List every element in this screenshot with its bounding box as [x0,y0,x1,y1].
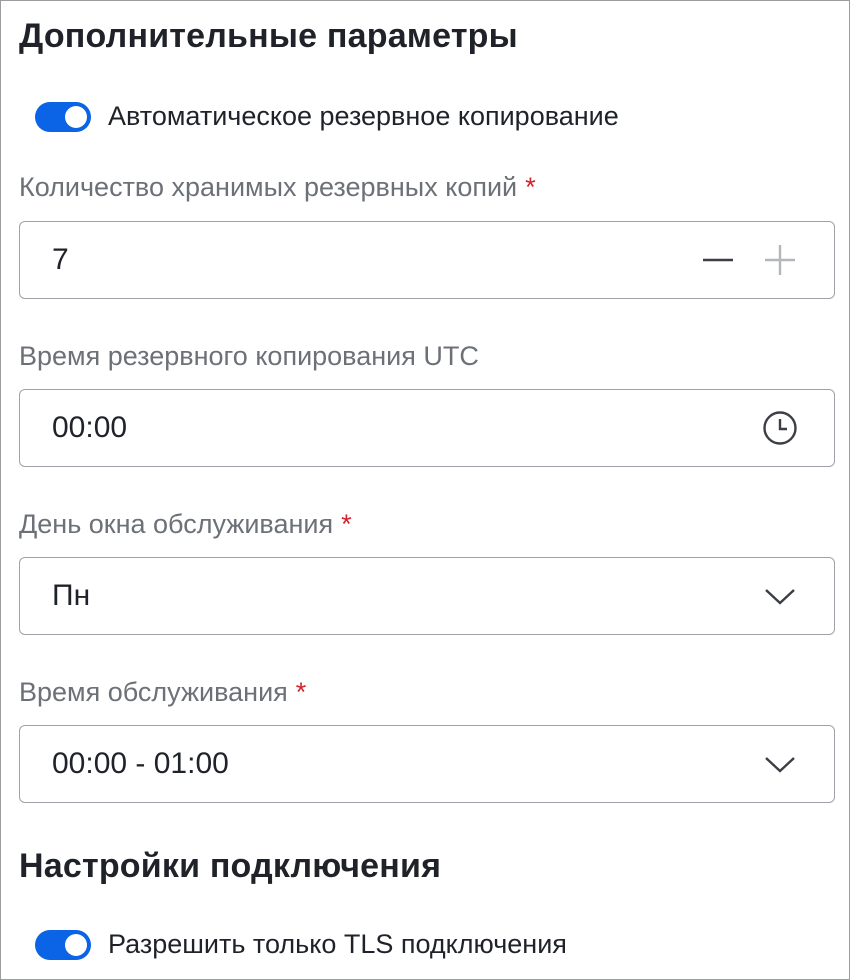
maintenance-day-select[interactable]: Пн [19,557,835,635]
settings-panel: Дополнительные параметры Автоматическое … [0,0,850,980]
auto-backup-label: Автоматическое резервное копирование [108,101,619,131]
backup-time-input[interactable]: 00:00 [19,389,835,467]
section-title-additional: Дополнительные параметры [19,17,518,55]
tls-toggle-row[interactable]: Разрешить только TLS подключения [35,929,567,960]
toggle-knob [65,933,87,956]
minus-icon[interactable] [700,242,736,278]
plus-icon[interactable] [762,242,798,278]
backup-time-label: Время резервного копирования UTC [19,341,479,371]
tls-only-toggle[interactable] [35,929,91,960]
backup-count-label: Количество хранимых резервных копий * [19,172,536,202]
required-mark: * [341,509,352,539]
toggle-knob [65,105,87,128]
maintenance-time-select[interactable]: 00:00 - 01:00 [19,725,835,803]
backup-time-value[interactable]: 00:00 [52,390,127,466]
required-mark: * [525,172,536,202]
auto-backup-toggle[interactable] [35,101,91,132]
clock-icon[interactable] [762,410,798,446]
tls-only-label: Разрешить только TLS подключения [108,929,567,959]
section-title-connection: Настройки подключения [19,847,442,885]
backup-count-stepper[interactable]: 7 [19,221,835,299]
chevron-down-icon[interactable] [762,746,798,782]
maintenance-time-value[interactable]: 00:00 - 01:00 [52,726,229,802]
maintenance-time-label: Время обслуживания * [19,677,307,707]
required-mark: * [295,677,307,707]
maintenance-day-value[interactable]: Пн [52,558,90,634]
chevron-down-icon[interactable] [762,578,798,614]
backup-count-value[interactable]: 7 [52,222,69,298]
auto-backup-toggle-row[interactable]: Автоматическое резервное копирование [35,101,619,132]
maintenance-day-label: День окна обслуживания * [19,509,352,539]
